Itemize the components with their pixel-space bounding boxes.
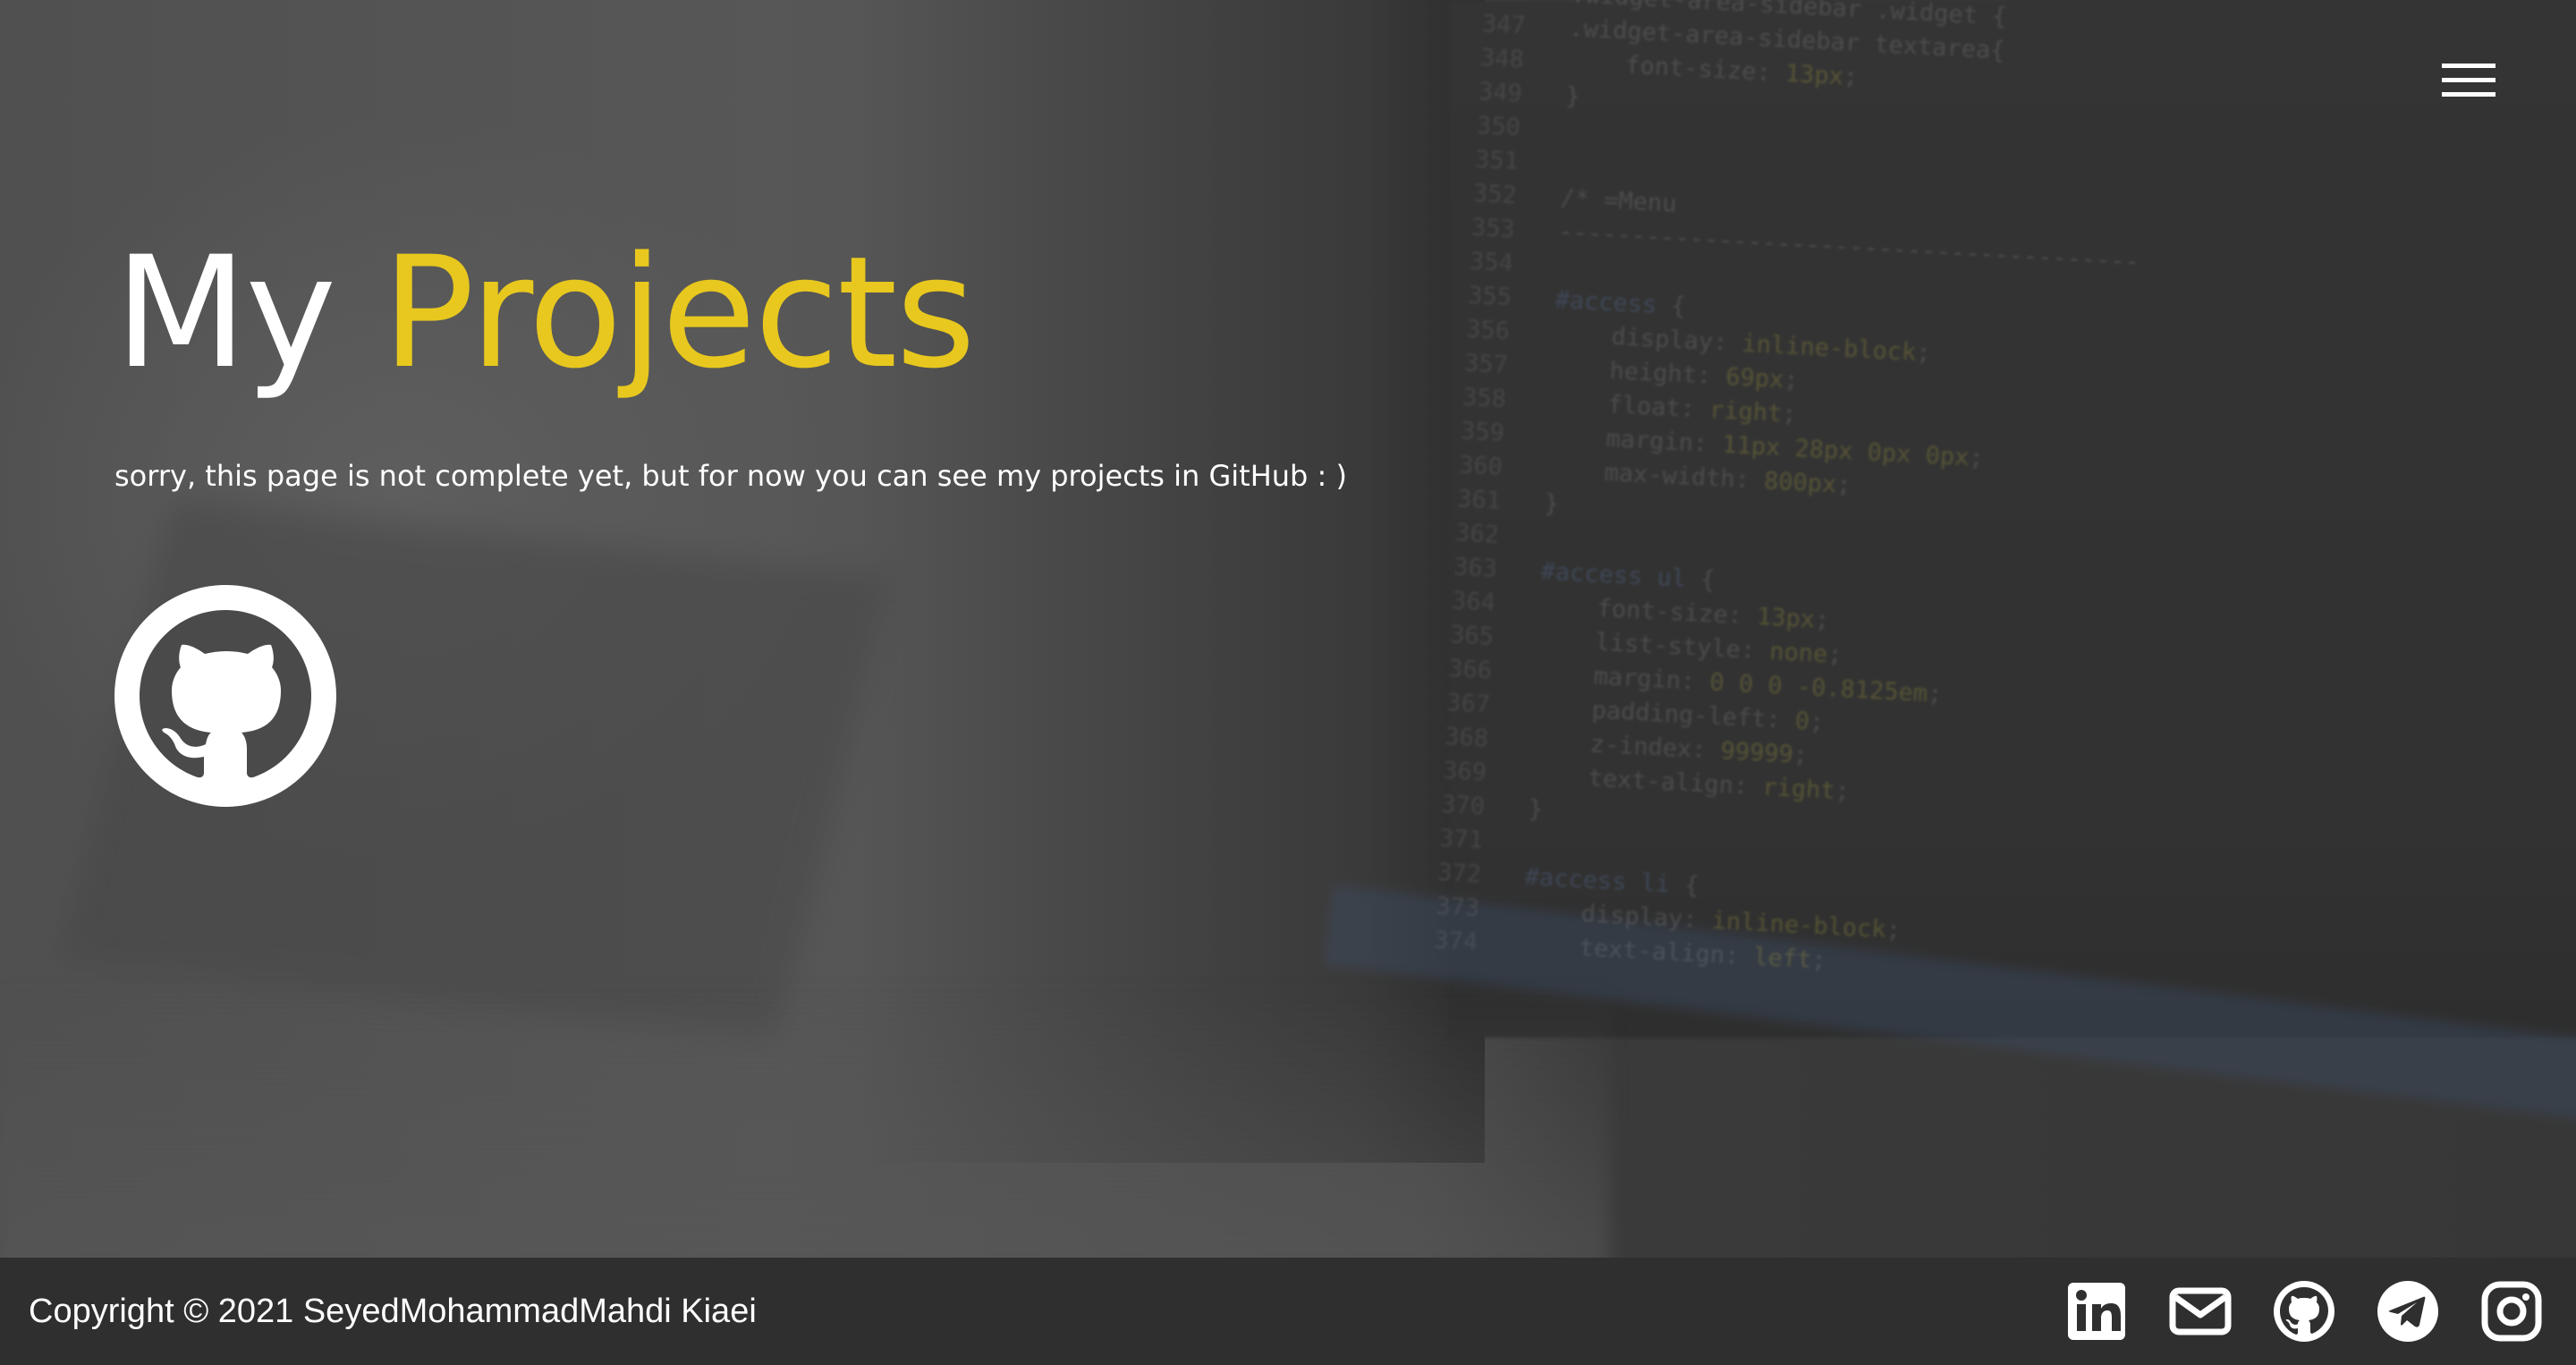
projects-page: 346 .widget-area-sidebar .widget { 347 .… — [0, 0, 2576, 1365]
menu-bar — [2442, 64, 2496, 68]
page-message: sorry, this page is not complete yet, bu… — [114, 459, 1347, 493]
menu-bar — [2442, 78, 2496, 82]
footer: Copyright © 2021 SeyedMohammadMahdi Kiae… — [0, 1258, 2576, 1365]
page-title: My Projects — [114, 215, 976, 411]
github-icon[interactable] — [114, 585, 336, 807]
title-word-projects: Projects — [381, 223, 976, 403]
telegram-icon[interactable] — [2376, 1279, 2440, 1344]
linkedin-icon[interactable] — [2064, 1279, 2129, 1344]
copyright-text: Copyright © 2021 SeyedMohammadMahdi Kiae… — [29, 1293, 757, 1330]
email-icon[interactable] — [2168, 1279, 2233, 1344]
hamburger-menu-icon[interactable] — [2442, 61, 2496, 100]
social-links — [2064, 1279, 2544, 1344]
title-word-my: My — [114, 223, 336, 403]
background-image: 346 .widget-area-sidebar .widget { 347 .… — [0, 0, 2576, 1258]
github-icon[interactable] — [2272, 1279, 2336, 1344]
instagram-icon[interactable] — [2479, 1279, 2544, 1344]
menu-bar — [2442, 92, 2496, 97]
